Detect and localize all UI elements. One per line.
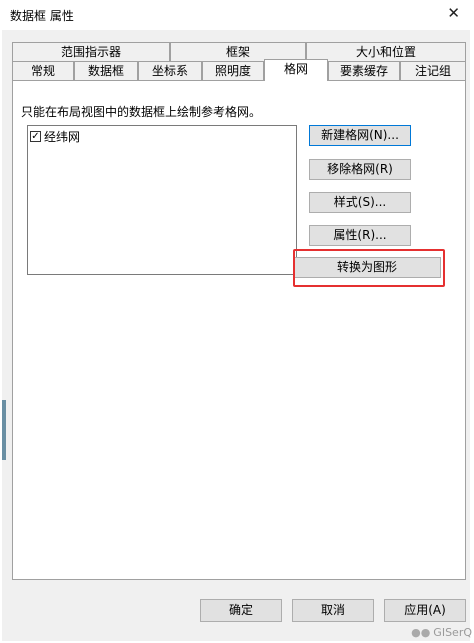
apply-button[interactable]: 应用(A) bbox=[384, 599, 466, 622]
watermark-text: GISerQ bbox=[433, 626, 472, 639]
convert-to-graphics-button[interactable]: 转换为图形 bbox=[293, 257, 441, 278]
tab-extent-indicators[interactable]: 范围指示器 bbox=[12, 42, 170, 61]
background-strip bbox=[2, 400, 6, 460]
tab-label: 坐标系 bbox=[151, 64, 188, 78]
tab-coordinate-system[interactable]: 坐标系 bbox=[138, 61, 202, 80]
tab-label: 范围指示器 bbox=[60, 45, 121, 59]
tab-label: 框架 bbox=[225, 45, 250, 59]
tab-grids[interactable]: 格网 bbox=[264, 59, 328, 81]
tab-label: 照明度 bbox=[214, 64, 251, 78]
tab-label: 常规 bbox=[30, 64, 55, 78]
tab-label: 要素缓存 bbox=[339, 64, 388, 78]
checkbox-checked[interactable]: ✓ bbox=[30, 131, 41, 142]
tab-label: 格网 bbox=[283, 62, 308, 76]
ok-button[interactable]: 确定 bbox=[200, 599, 282, 622]
tab-size-position[interactable]: 大小和位置 bbox=[306, 42, 466, 61]
tab-label: 数据框 bbox=[87, 64, 124, 78]
close-icon[interactable]: ✕ bbox=[447, 4, 460, 22]
window-title: 数据框 属性 bbox=[10, 9, 74, 23]
watermark: ●● GISerQ bbox=[411, 626, 472, 639]
new-grid-button[interactable]: 新建格网(N)... bbox=[309, 125, 411, 146]
wechat-icon: ●● bbox=[411, 626, 431, 639]
tab-general[interactable]: 常规 bbox=[12, 61, 74, 80]
list-item[interactable]: ✓ 经纬网 bbox=[30, 128, 80, 145]
tab-data-frame[interactable]: 数据框 bbox=[74, 61, 138, 80]
tab-label: 注记组 bbox=[414, 64, 451, 78]
tab-illumination[interactable]: 照明度 bbox=[202, 61, 264, 80]
grids-panel: 只能在布局视图中的数据框上绘制参考格网。 ✓ 经纬网 新建格网(N)... 移除… bbox=[12, 80, 466, 580]
tab-label: 大小和位置 bbox=[355, 45, 416, 59]
panel-description: 只能在布局视图中的数据框上绘制参考格网。 bbox=[21, 105, 262, 119]
grid-item-label: 经纬网 bbox=[44, 130, 81, 144]
cancel-button[interactable]: 取消 bbox=[292, 599, 374, 622]
style-button[interactable]: 样式(S)... bbox=[309, 192, 411, 213]
properties-button[interactable]: 属性(R)... bbox=[309, 225, 411, 246]
dialog-body: 范围指示器 框架 大小和位置 常规 数据框 坐标系 照明度 格网 要素缓存 注记… bbox=[2, 30, 470, 641]
tab-annotation-groups[interactable]: 注记组 bbox=[400, 61, 466, 80]
remove-grid-button[interactable]: 移除格网(R) bbox=[309, 159, 411, 180]
title-bar: 数据框 属性 ✕ bbox=[0, 0, 474, 30]
grid-listbox[interactable]: ✓ 经纬网 bbox=[27, 125, 297, 275]
tab-feature-cache[interactable]: 要素缓存 bbox=[328, 61, 400, 80]
